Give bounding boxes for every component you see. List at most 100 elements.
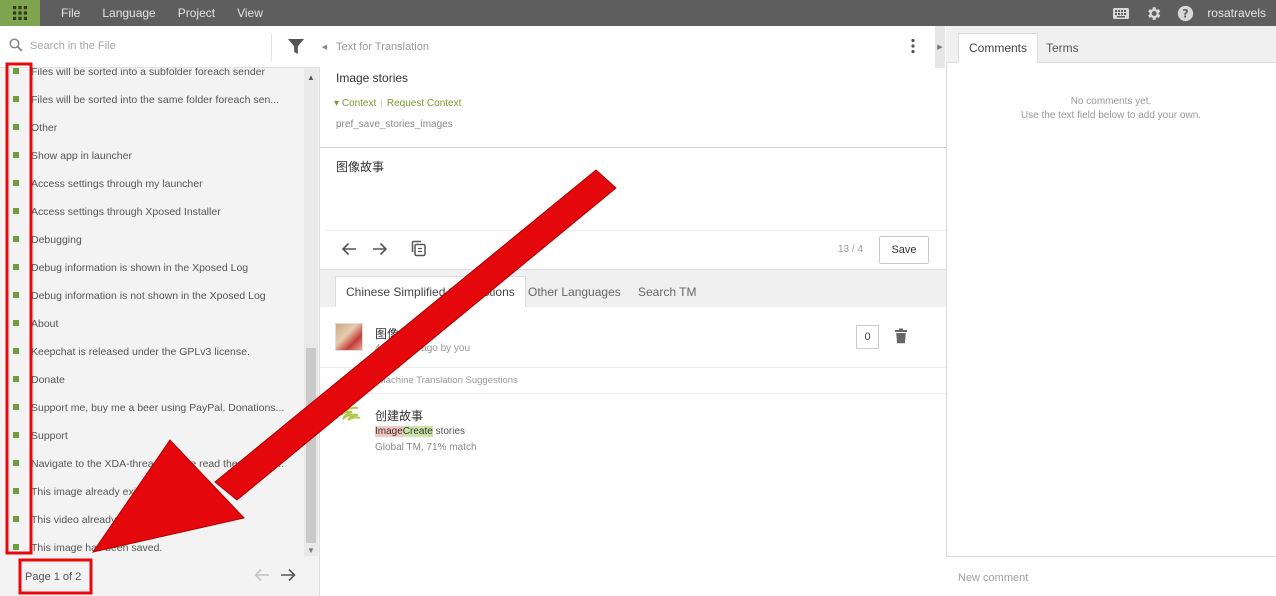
apps-grid-icon[interactable] (0, 0, 40, 26)
source-header: Text for Translation (329, 26, 935, 68)
save-button[interactable]: Save (879, 236, 929, 264)
strings-panel: Search in the File Files will be sorted … (0, 26, 320, 596)
next-string-icon[interactable] (372, 241, 388, 257)
status-dot (13, 516, 19, 522)
menu-language[interactable]: Language (102, 6, 155, 20)
list-item-label: Donate (31, 374, 65, 386)
status-dot (13, 544, 19, 550)
collapse-left-icon[interactable]: ◀ (320, 26, 329, 68)
user-name[interactable]: rosatravels (1201, 6, 1276, 20)
gear-icon[interactable] (1137, 0, 1169, 26)
prev-page-icon[interactable] (254, 568, 270, 582)
search-icon (9, 38, 23, 52)
translation-memory-icon (340, 406, 360, 421)
status-dot (13, 264, 19, 270)
list-item-label: Access settings through my launcher (31, 178, 203, 190)
menu-view[interactable]: View (237, 6, 263, 20)
character-counter: 13 / 4 (838, 244, 864, 255)
list-item[interactable]: Navigate to the XDA-thread, please read … (0, 450, 304, 478)
list-item-label: This image has been saved. (31, 542, 163, 554)
status-dot (13, 460, 19, 466)
translation-textarea[interactable]: 图像故事 (336, 158, 384, 175)
mt-section-header: TM and Machine Translation Suggestions (343, 375, 518, 386)
status-dot (13, 68, 19, 74)
page-label: Page 1 of 2 (25, 571, 82, 583)
status-dot (13, 180, 19, 186)
list-item[interactable]: Access settings through my launcher (0, 170, 304, 198)
filter-icon[interactable] (287, 38, 305, 56)
tab-other-languages[interactable]: Other Languages (528, 276, 621, 307)
list-item[interactable]: Debugging (0, 226, 304, 254)
menu-project[interactable]: Project (178, 6, 215, 20)
request-context-link[interactable]: Request Context (387, 98, 462, 109)
keyboard-icon[interactable] (1105, 0, 1137, 26)
list-item[interactable]: Show app in launcher (0, 142, 304, 170)
list-item-label: Support (31, 430, 68, 442)
divider (320, 147, 946, 148)
list-item[interactable]: This image has been saved. (0, 534, 304, 556)
menu-file[interactable]: File (61, 6, 80, 20)
list-item[interactable]: This image already exists. (0, 478, 304, 506)
next-page-icon[interactable] (280, 568, 296, 582)
status-dot (13, 376, 19, 382)
delete-icon[interactable] (894, 328, 908, 344)
previous-string-icon[interactable] (341, 241, 357, 257)
status-dot (13, 152, 19, 158)
list-item[interactable]: Files will be sorted into the same folde… (0, 86, 304, 114)
diff-removed: Image (375, 426, 403, 437)
list-item-label: Debug information is shown in the Xposed… (31, 262, 249, 274)
mt-suggestion-text[interactable]: 创建故事 (375, 407, 423, 424)
list-item[interactable]: Donate (0, 366, 304, 394)
list-item-label: This image already exists. (31, 486, 153, 498)
top-bar: File Language Project View ? rosatravels (0, 0, 1276, 26)
list-item[interactable]: About (0, 310, 304, 338)
list-item-label: Debug information is not shown in the Xp… (31, 290, 266, 302)
list-item[interactable]: This video already exists. (0, 506, 304, 534)
list-item[interactable]: Debug information is shown in the Xposed… (0, 254, 304, 282)
suggestion-text[interactable]: 图像故事 (375, 325, 423, 342)
tab-language-suggestions[interactable]: Chinese Simplified Suggestions (335, 276, 526, 307)
mt-source-diff: ImageCreate stories (375, 426, 465, 437)
list-item-label: Files will be sorted into a subfolder fo… (31, 68, 266, 78)
context-link[interactable]: Context (342, 98, 376, 109)
list-item[interactable]: Access settings through Xposed Installer (0, 198, 304, 226)
strings-list: Files will be sorted into a subfolder fo… (0, 68, 304, 556)
status-dot (13, 124, 19, 130)
vote-count[interactable]: 0 (856, 325, 879, 349)
avatar (335, 323, 363, 351)
new-comment-field[interactable]: New comment (946, 556, 1276, 596)
strings-scrollbar[interactable]: ▲ ▼ (304, 68, 318, 556)
scroll-thumb[interactable] (306, 348, 316, 543)
list-item-label: Debugging (31, 234, 82, 246)
search-input[interactable]: Search in the File (30, 40, 116, 52)
context-toggle-icon[interactable]: ▾ (334, 98, 339, 109)
scroll-up-icon[interactable]: ▲ (307, 73, 315, 82)
list-item-label: Navigate to the XDA-thread, please read … (31, 458, 285, 470)
list-item[interactable]: Keepchat is released under the GPLv3 lic… (0, 338, 304, 366)
list-item[interactable]: Files will be sorted into a subfolder fo… (0, 68, 304, 86)
status-dot (13, 208, 19, 214)
file-search-bar: Search in the File (0, 26, 320, 68)
list-item[interactable]: Support (0, 422, 304, 450)
divider (320, 367, 946, 368)
status-dot (13, 320, 19, 326)
list-item[interactable]: Debug information is not shown in the Xp… (0, 282, 304, 310)
status-dot (13, 96, 19, 102)
list-item[interactable]: Support me, buy me a beer using PayPal. … (0, 394, 304, 422)
top-right-tools: ? rosatravels (1105, 0, 1276, 26)
divider (326, 230, 946, 231)
new-comment-placeholder: New comment (958, 572, 1029, 584)
list-item-label: Keepchat is released under the GPLv3 lic… (31, 346, 250, 358)
more-options-icon[interactable] (910, 38, 916, 54)
collapse-right-icon[interactable]: ▶ (935, 26, 945, 68)
tab-comments[interactable]: Comments (958, 33, 1039, 63)
list-item-label: Files will be sorted into the same folde… (31, 94, 280, 106)
list-item[interactable]: Other (0, 114, 304, 142)
copy-source-icon[interactable] (409, 239, 429, 259)
tab-search-tm[interactable]: Search TM (638, 276, 696, 307)
context-links: ▾ Context | Request Context (334, 98, 461, 109)
scroll-down-icon[interactable]: ▼ (307, 546, 315, 555)
tab-terms[interactable]: Terms (1046, 33, 1079, 63)
help-icon[interactable]: ? (1169, 0, 1201, 26)
no-comments-line1: No comments yet. (1070, 96, 1152, 107)
